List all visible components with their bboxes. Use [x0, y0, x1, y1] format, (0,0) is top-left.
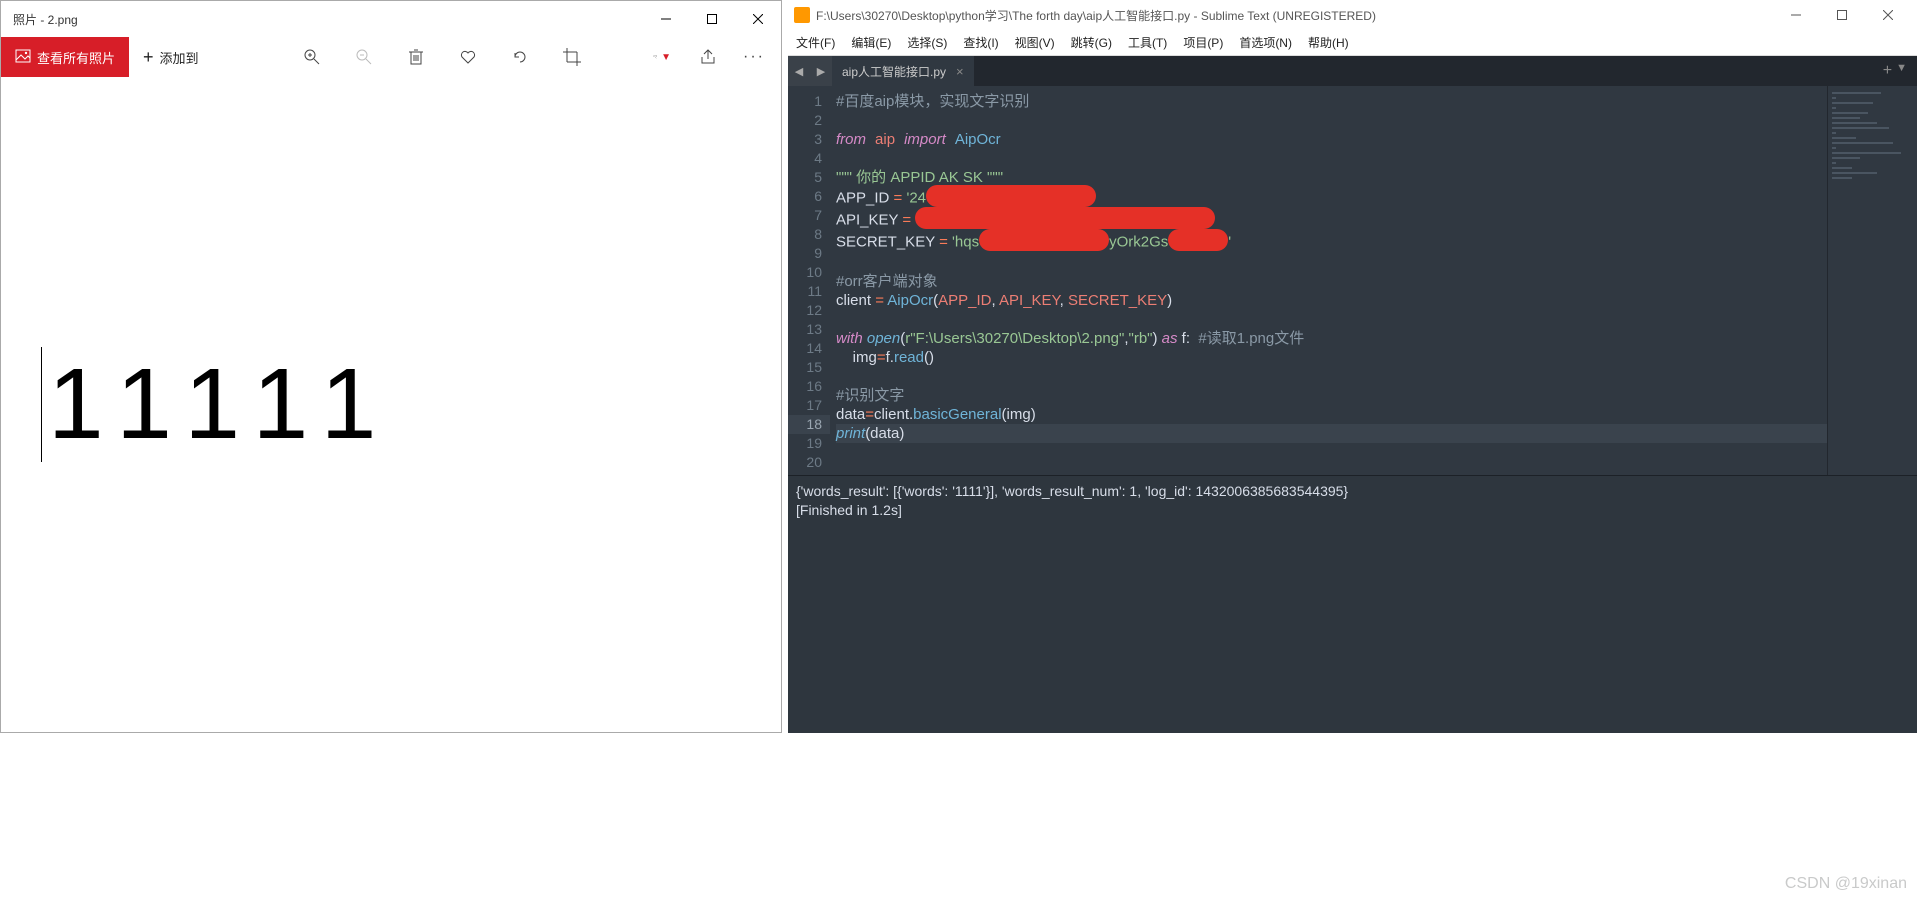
- ln: 15: [788, 358, 822, 377]
- line-gutter: 1 2 3 4 5 6 7 8 9 10 11 12 13 14 15 16 1…: [788, 86, 830, 475]
- code-editor[interactable]: #百度aip模块，实现文字识别 from aip import AipOcr "…: [830, 86, 1827, 475]
- view-all-photos-button[interactable]: 查看所有照片: [1, 37, 129, 77]
- redaction: [1168, 229, 1228, 251]
- delete-icon[interactable]: [407, 48, 425, 66]
- ln: 3: [788, 130, 822, 149]
- tab-next-icon[interactable]: ▶: [810, 56, 832, 86]
- tab-prev-icon[interactable]: ◀: [788, 56, 810, 86]
- maximize-button[interactable]: [689, 1, 735, 37]
- menu-help[interactable]: 帮助(H): [1308, 34, 1349, 51]
- tab-actions: + ▼: [1873, 62, 1917, 80]
- tab-label: aip人工智能接口.py: [842, 63, 946, 80]
- redaction: [926, 185, 1096, 207]
- ln: 9: [788, 244, 822, 263]
- menu-tools[interactable]: 工具(T): [1128, 34, 1167, 51]
- minimap[interactable]: [1827, 86, 1917, 475]
- tab-close-icon[interactable]: ×: [956, 64, 964, 79]
- ln: 1: [788, 92, 822, 111]
- photos-titlebar: 照片 - 2.png: [1, 1, 781, 37]
- console-line: [Finished in 1.2s]: [796, 502, 902, 518]
- close-button[interactable]: [1865, 0, 1911, 30]
- zoom-out-icon[interactable]: [355, 48, 373, 66]
- menu-edit[interactable]: 编辑(E): [851, 34, 891, 51]
- tab-file[interactable]: aip人工智能接口.py ×: [832, 56, 974, 86]
- redaction: [979, 229, 1109, 251]
- sublime-window: F:\Users\30270\Desktop\python学习\The fort…: [788, 0, 1917, 733]
- tab-new-icon[interactable]: +: [1883, 62, 1892, 80]
- editor-body: 1 2 3 4 5 6 7 8 9 10 11 12 13 14 15 16 1…: [788, 86, 1917, 475]
- plus-icon: +: [143, 47, 154, 68]
- ln: 7: [788, 206, 822, 225]
- sublime-menubar: 文件(F) 编辑(E) 选择(S) 查找(I) 视图(V) 跳转(G) 工具(T…: [788, 30, 1917, 56]
- rotate-icon[interactable]: [511, 48, 529, 66]
- redaction: [915, 207, 1215, 229]
- sublime-tabbar: ◀ ▶ aip人工智能接口.py × + ▼: [788, 56, 1917, 86]
- window-controls: [643, 1, 781, 37]
- ln: 8: [788, 225, 822, 244]
- more-icon[interactable]: ···: [745, 48, 763, 66]
- menu-find[interactable]: 查找(I): [963, 34, 998, 51]
- view-all-label: 查看所有照片: [37, 48, 115, 67]
- watermark: CSDN @19xinan: [1785, 875, 1907, 893]
- ln: 13: [788, 320, 822, 339]
- edit-icon[interactable]: ▼: [653, 48, 671, 66]
- build-output[interactable]: {'words_result': [{'words': '1111'}], 'w…: [788, 475, 1917, 733]
- ln: 19: [788, 434, 822, 453]
- maximize-button[interactable]: [1819, 0, 1865, 30]
- menu-view[interactable]: 视图(V): [1015, 34, 1055, 51]
- ln: 4: [788, 149, 822, 168]
- menu-project[interactable]: 项目(P): [1183, 34, 1223, 51]
- image-icon: [15, 48, 31, 67]
- ln: 16: [788, 377, 822, 396]
- menu-select[interactable]: 选择(S): [907, 34, 947, 51]
- photo-tools-right: ▼ ···: [653, 48, 781, 66]
- menu-file[interactable]: 文件(F): [796, 34, 835, 51]
- ln: 5: [788, 168, 822, 187]
- sublime-title-text: F:\Users\30270\Desktop\python学习\The fort…: [816, 7, 1376, 24]
- sublime-logo-icon: [794, 7, 810, 23]
- console-line: {'words_result': [{'words': '1111'}], 'w…: [796, 483, 1348, 499]
- image-content-text: 11111: [41, 347, 396, 462]
- menu-prefs[interactable]: 首选项(N): [1239, 34, 1292, 51]
- window-controls: [1773, 0, 1911, 30]
- ln: 6: [788, 187, 822, 206]
- minimize-button[interactable]: [643, 1, 689, 37]
- photo-tools: [303, 48, 581, 66]
- minimize-button[interactable]: [1773, 0, 1819, 30]
- photos-toolbar: 查看所有照片 + 添加到 ▼ ···: [1, 37, 781, 77]
- chevron-down-icon: ▼: [661, 52, 671, 63]
- photo-canvas: 11111: [1, 77, 781, 732]
- ln: 12: [788, 301, 822, 320]
- ln: 17: [788, 396, 822, 415]
- sublime-titlebar: F:\Users\30270\Desktop\python学习\The fort…: [788, 0, 1917, 30]
- add-to-label: 添加到: [160, 48, 199, 67]
- photos-window: 照片 - 2.png 查看所有照片 + 添加到 ▼ ···: [0, 0, 782, 733]
- ln: 11: [788, 282, 822, 301]
- favorite-icon[interactable]: [459, 48, 477, 66]
- tab-menu-icon[interactable]: ▼: [1896, 62, 1907, 80]
- add-to-button[interactable]: + 添加到: [129, 37, 213, 77]
- share-icon[interactable]: [699, 48, 717, 66]
- zoom-in-icon[interactable]: [303, 48, 321, 66]
- ln-current: 18: [788, 415, 830, 434]
- ln: 10: [788, 263, 822, 282]
- menu-goto[interactable]: 跳转(G): [1071, 34, 1112, 51]
- ln: 2: [788, 111, 822, 130]
- ln: 20: [788, 453, 822, 472]
- photos-title-text: 照片 - 2.png: [13, 11, 78, 28]
- ln: 14: [788, 339, 822, 358]
- crop-icon[interactable]: [563, 48, 581, 66]
- close-button[interactable]: [735, 1, 781, 37]
